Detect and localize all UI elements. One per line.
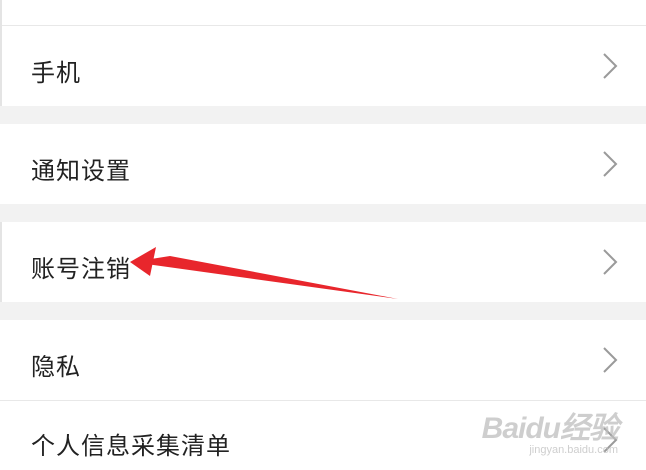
chevron-right-icon (600, 149, 620, 179)
settings-item-label: 个人信息采集清单 (31, 432, 231, 460)
settings-item-label: 手机 (31, 59, 81, 87)
left-edge (0, 0, 2, 106)
settings-item-label: 通知设置 (31, 157, 131, 185)
settings-item-label: 隐私 (31, 353, 81, 381)
settings-item-privacy[interactable]: 隐私 (0, 320, 646, 400)
left-edge (0, 222, 2, 302)
settings-item-label: 账号注销 (31, 255, 131, 283)
settings-item-phone[interactable]: 手机 (0, 26, 646, 106)
chevron-right-icon (600, 425, 620, 455)
settings-group-top (0, 0, 646, 25)
settings-screen: 手机 通知设置 账号注销 隐私 个人信息采集清单 Baidu经验 jingyan… (0, 0, 646, 470)
chevron-right-icon (600, 51, 620, 81)
chevron-right-icon (600, 345, 620, 375)
chevron-right-icon (600, 247, 620, 277)
settings-item-account-deletion[interactable]: 账号注销 (0, 222, 646, 302)
settings-item-notification[interactable]: 通知设置 (0, 124, 646, 204)
settings-item-personal-info-list[interactable]: 个人信息采集清单 (0, 401, 646, 470)
